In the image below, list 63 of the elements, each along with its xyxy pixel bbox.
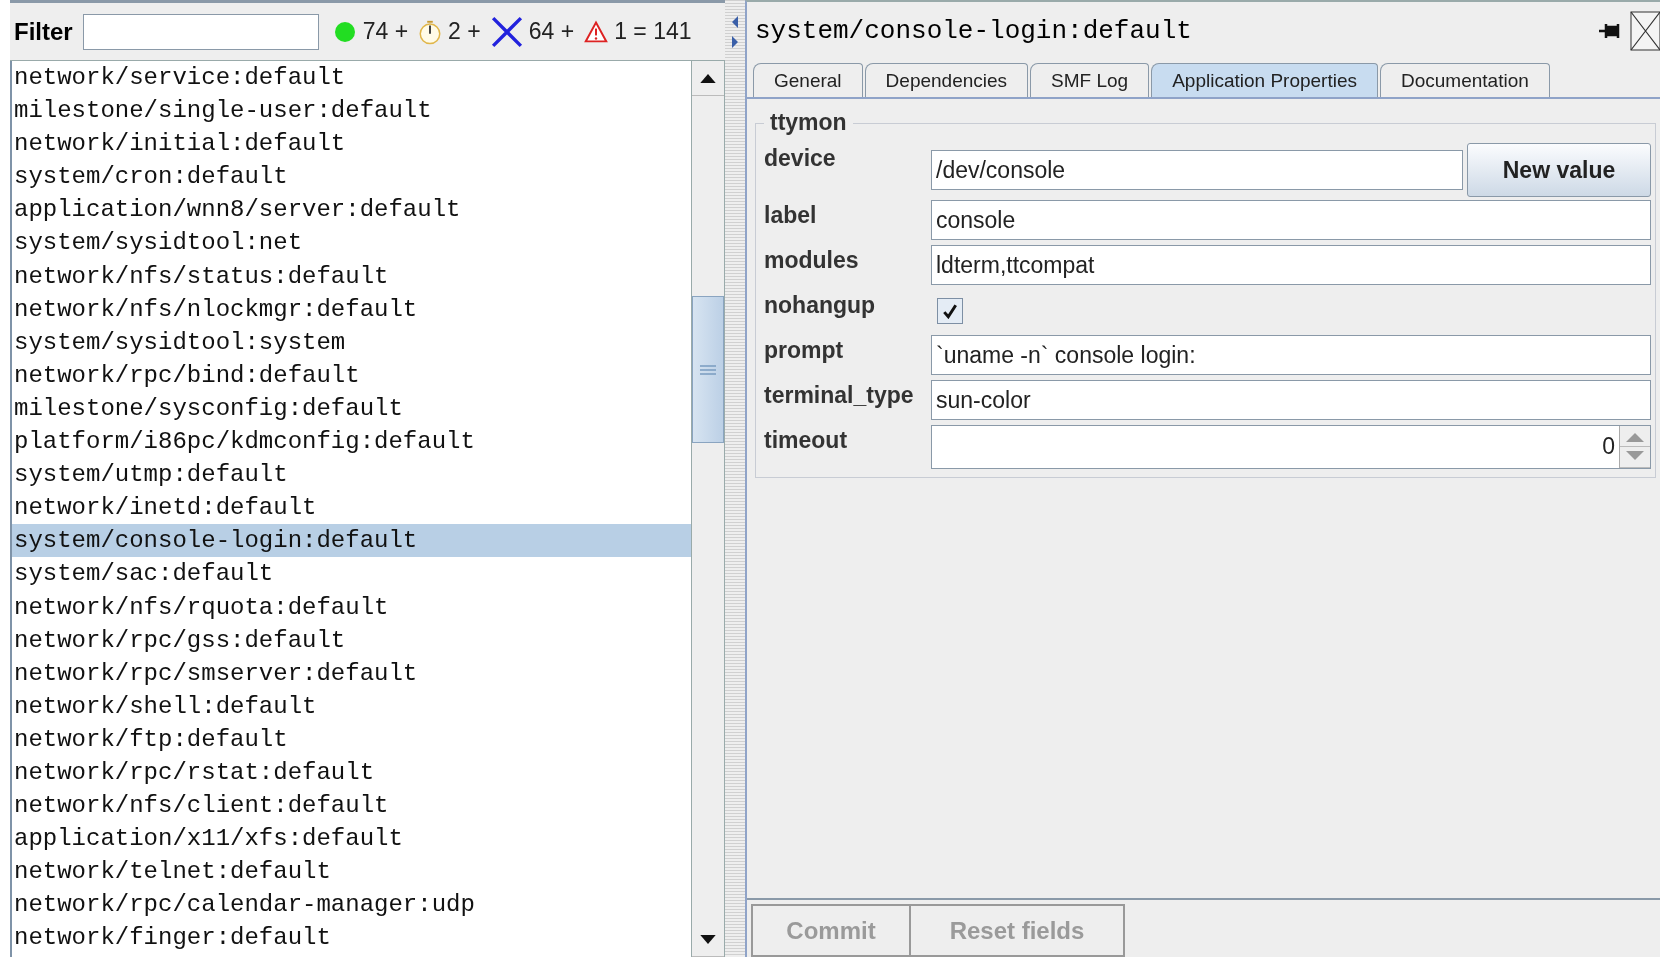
service-item[interactable]: application/x11/xfs:default: [12, 822, 691, 856]
property-label: device: [764, 144, 837, 172]
stopwatch-icon: [418, 18, 443, 45]
service-item[interactable]: network/nfs/rquota:default: [12, 590, 691, 624]
status-count: 1 = 141: [614, 18, 692, 45]
filter-label: Filter: [14, 17, 73, 46]
new-value-button[interactable]: New value: [1467, 143, 1651, 197]
service-item[interactable]: system/sysidtool:net: [12, 226, 691, 260]
service-item[interactable]: system/sac:default: [12, 557, 691, 591]
service-item[interactable]: network/nfs/status:default: [12, 259, 691, 293]
filter-field[interactable]: [82, 13, 319, 50]
service-item[interactable]: network/rpc/rstat:default: [12, 755, 691, 790]
service-item[interactable]: network/rpc/calendar-manager:udp: [12, 888, 691, 922]
service-item[interactable]: platform/i86pc/kdmconfig:default: [12, 425, 691, 459]
service-item[interactable]: network/telnet:default: [12, 855, 691, 889]
checkbox[interactable]: [937, 298, 963, 324]
service-item[interactable]: system/cron:default: [12, 160, 691, 194]
scrollbar[interactable]: [691, 61, 725, 957]
service-item[interactable]: network/rpc/smserver:default: [12, 656, 691, 690]
service-item[interactable]: system/sysidtool:system: [12, 325, 691, 359]
service-item[interactable]: network/finger:default: [12, 921, 691, 955]
status-count: 2 +: [448, 18, 481, 45]
service-item[interactable]: system/console-login:default: [12, 524, 691, 558]
property-label: label: [764, 201, 818, 229]
scrollbar-thumb[interactable]: [692, 296, 724, 443]
service-item[interactable]: network/shell:default: [12, 689, 691, 723]
property-field[interactable]: sun-color: [931, 380, 1651, 420]
property-label: timeout: [764, 426, 849, 454]
service-item[interactable]: milestone/single-user:default: [12, 94, 691, 128]
down-arrow-icon[interactable]: [699, 933, 717, 945]
property-label: modules: [764, 246, 860, 274]
status-count: 74 +: [362, 18, 409, 45]
check-icon: [942, 303, 958, 319]
service-item[interactable]: milestone/sysconfig:default: [12, 391, 691, 426]
service-item[interactable]: system/utmp:default: [12, 458, 691, 492]
service-item[interactable]: application/wnn8/server:default: [12, 193, 691, 227]
cross-icon: [490, 15, 523, 48]
property-field[interactable]: `uname -n` console login:: [931, 335, 1651, 375]
splitter-arrows-icon[interactable]: [730, 14, 740, 50]
property-field[interactable]: ldterm,ttcompat: [931, 245, 1651, 285]
service-item[interactable]: network/nfs/nlockmgr:default: [12, 292, 691, 326]
service-item[interactable]: network/ftp:default: [12, 722, 691, 756]
status-count: 64 +: [528, 18, 575, 45]
service-item[interactable]: network/inetd:default: [12, 491, 691, 525]
service-item[interactable]: network/nfs/client:default: [12, 789, 691, 823]
tab[interactable]: Dependencies: [864, 63, 1029, 97]
up-arrow-icon[interactable]: [699, 72, 717, 84]
service-item[interactable]: network/rpc/bind:default: [12, 358, 691, 392]
service-title: system/console-login:default: [755, 15, 1193, 46]
tab[interactable]: Documentation: [1380, 63, 1550, 97]
property-field[interactable]: console: [931, 200, 1651, 240]
service-item[interactable]: network/service:default: [12, 61, 691, 95]
tab[interactable]: Application Properties: [1151, 63, 1378, 97]
service-item[interactable]: network/initial:default: [12, 127, 691, 161]
property-label: terminal_type: [764, 381, 915, 409]
close-icon[interactable]: [1630, 10, 1660, 51]
tab[interactable]: General: [753, 63, 863, 97]
tab[interactable]: SMF Log: [1030, 63, 1150, 97]
property-field[interactable]: /dev/console: [931, 150, 1463, 190]
property-label: nohangup: [764, 291, 877, 319]
property-label: prompt: [764, 336, 845, 364]
grip-icon: [698, 363, 718, 376]
service-item[interactable]: network/rpc/gss:default: [12, 623, 691, 657]
